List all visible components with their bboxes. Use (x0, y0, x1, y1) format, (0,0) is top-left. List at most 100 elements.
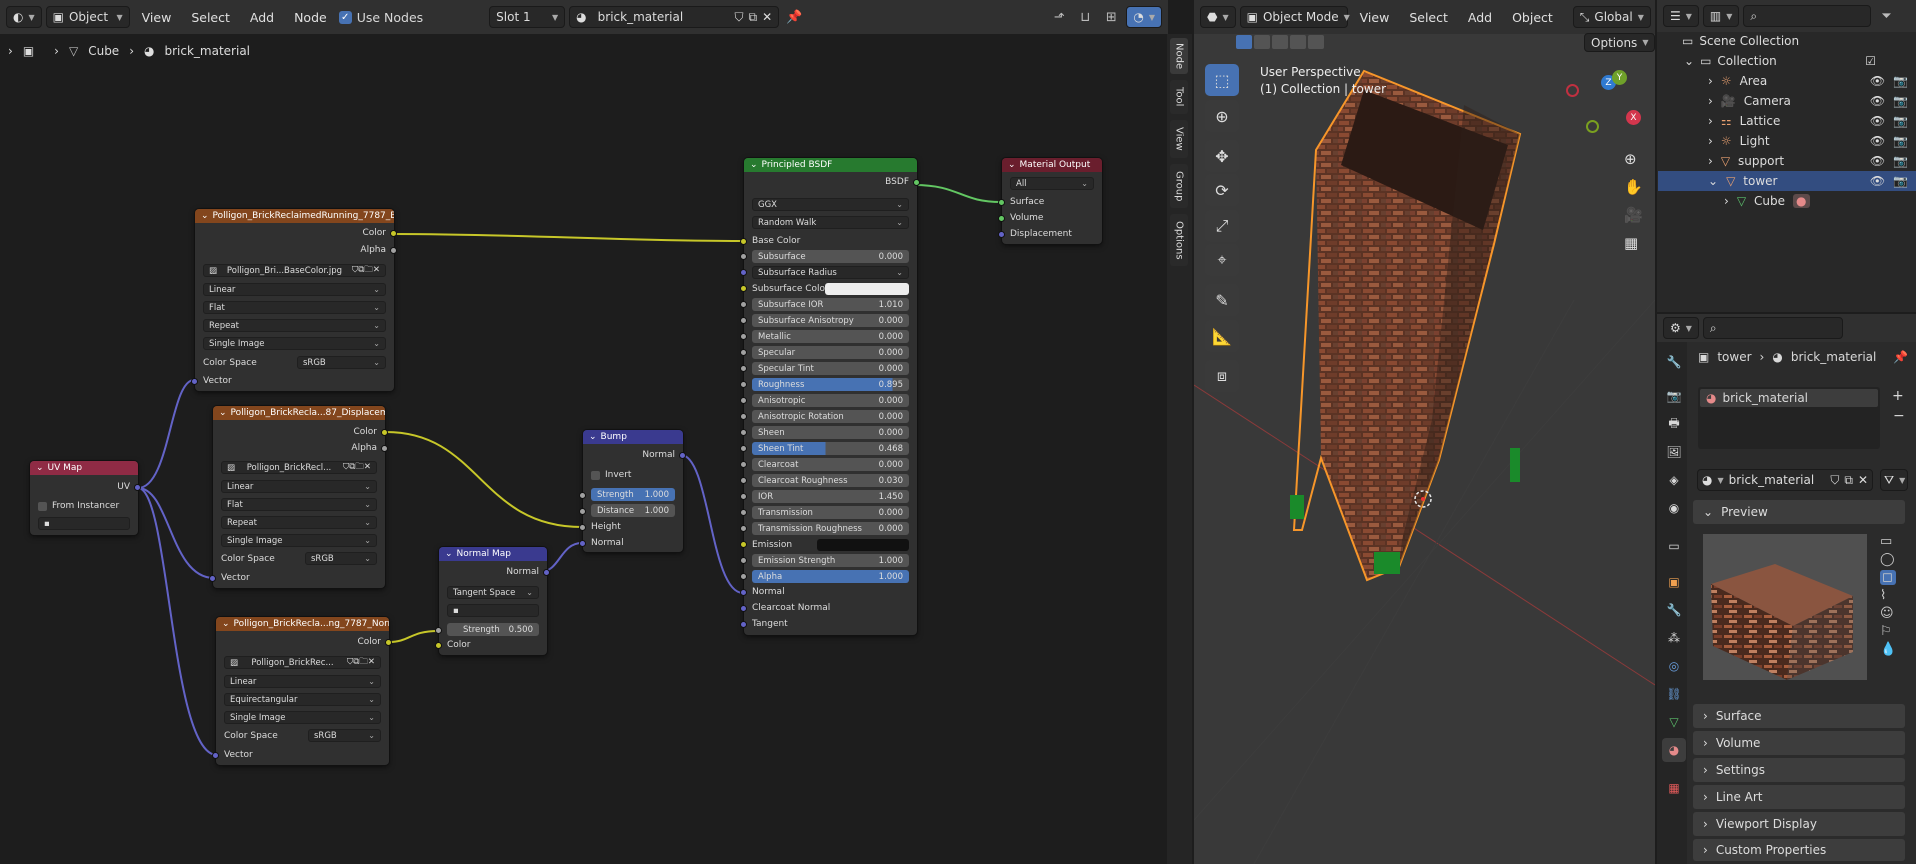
grid-icon[interactable]: ▦ (1624, 234, 1643, 252)
image-texture-normal-node[interactable]: ⌄Polligon_BrickRecla...ng_7787_Normal.jp… (212, 617, 392, 765)
source-dropdown[interactable]: Single Image ⌄ (224, 711, 381, 724)
bsdf-field[interactable]: Alpha 1.000 (752, 570, 909, 583)
disclosure-icon[interactable]: › (1708, 154, 1713, 168)
scale-icon[interactable]: ⤢ (1205, 210, 1239, 242)
visibility-eye-icon[interactable]: 👁 (1870, 154, 1885, 168)
disclosure-icon[interactable]: › (1708, 114, 1713, 128)
render-camera-icon[interactable]: 📷 (1893, 94, 1908, 108)
bsdf-vector-dropdown[interactable]: Subsurface Radius ⌄ (752, 266, 909, 279)
collapse-chevron-icon[interactable]: ⌄ (36, 463, 44, 473)
node-header[interactable]: ⌄ Material Output (1002, 158, 1102, 172)
socket-color-out[interactable] (381, 429, 388, 436)
principled-bsdf-node[interactable]: ⌄ Principled BSDF BSDF GGX ⌄ Random Walk ⌄ … (740, 158, 920, 635)
tab-group[interactable]: Group (1170, 164, 1188, 208)
socket-bsdf-out[interactable] (913, 179, 920, 186)
socket-displacement-in[interactable] (998, 231, 1005, 238)
disclosure-icon[interactable]: › (1724, 194, 1729, 208)
color-space-dropdown[interactable]: sRGB ⌄ (305, 552, 377, 565)
menu-object[interactable]: Object (1504, 10, 1561, 25)
material-output-node[interactable]: ⌄ Material Output All ⌄ Surface Volume Dis… (998, 158, 1102, 244)
render-camera-icon[interactable]: 📷 (1893, 114, 1908, 128)
space-dropdown[interactable]: Tangent Space ⌄ (447, 586, 539, 599)
filter-icon[interactable]: ⏷ (1875, 5, 1897, 27)
bsdf-input-socket[interactable] (740, 429, 747, 436)
subsurface-method-dropdown[interactable]: Random Walk ⌄ (752, 216, 909, 229)
node-header[interactable]: ⌄ Bump (583, 430, 683, 444)
socket-color-in[interactable] (435, 642, 442, 649)
physics-tab-icon[interactable]: ◎ (1662, 654, 1686, 678)
material-slot-item[interactable]: ◕ brick_material (1700, 389, 1878, 407)
move-icon[interactable]: ✥ (1205, 140, 1239, 172)
tool-tab-icon[interactable]: 🔧 (1662, 350, 1686, 374)
material-tab-icon[interactable]: ◕ (1662, 738, 1686, 762)
bump-node[interactable]: ⌄ Bump Normal Invert Strength 1.000 Distan… (579, 430, 686, 552)
collapse-chevron-icon[interactable]: ⌄ (589, 432, 597, 442)
bsdf-field[interactable]: Clearcoat Roughness 0.030 (752, 474, 909, 487)
bsdf-input-socket[interactable] (740, 413, 747, 420)
collapse-chevron-icon[interactable]: ⌄ (219, 408, 227, 418)
render-camera-icon[interactable]: 📷 (1893, 174, 1908, 188)
tab-view[interactable]: View (1170, 120, 1188, 158)
image-actions-icon[interactable]: ⛉⧉🗀✕ (352, 264, 380, 278)
modifier-tab-icon[interactable]: 🔧 (1662, 598, 1686, 622)
sphere-icon[interactable]: ◯ (1880, 552, 1896, 567)
display-mode-button[interactable]: ▥ ▼ (1702, 5, 1740, 27)
bsdf-input-socket[interactable] (740, 541, 747, 548)
bsdf-field[interactable]: Subsurface Anisotropy 0.000 (752, 314, 909, 327)
material-slot-list[interactable]: ◕ brick_material (1698, 387, 1880, 449)
preview-type-buttons[interactable]: ▭ ◯ ◻ ⌇ ☺ ⚐ 💧 (1880, 534, 1897, 657)
normal-map-node[interactable]: ⌄ Normal Map Normal Tangent Space ⌄ ▪ Stre… (435, 547, 550, 655)
image-actions-icon[interactable]: ⛉⧉🗀✕ (343, 461, 371, 475)
socket-normal-in[interactable] (740, 589, 747, 596)
monkey-icon[interactable]: ☺ (1880, 606, 1896, 621)
panel-preview[interactable]: ⌄ Preview (1693, 500, 1905, 524)
image-file-selector[interactable]: ▨ Polligon_BrickRecl... ⛉⧉🗀✕ (221, 461, 377, 474)
extension-dropdown[interactable]: Repeat ⌄ (221, 516, 377, 529)
outliner-row-cube[interactable]: › ▽ Cube ● (1658, 191, 1916, 211)
bsdf-input-socket[interactable] (740, 445, 747, 452)
texture-tab-icon[interactable]: ▦ (1662, 776, 1686, 800)
render-camera-icon[interactable]: 📷 (1893, 154, 1908, 168)
duplicate-icon[interactable]: ⧉ (1844, 473, 1853, 488)
socket-normal-out[interactable] (543, 569, 550, 576)
panel-viewport-display[interactable]: › Viewport Display (1693, 812, 1905, 836)
panel-volume[interactable]: › Volume (1693, 731, 1905, 755)
panel-settings[interactable]: › Settings (1693, 758, 1905, 782)
disclosure-icon[interactable]: ⌄ (1708, 174, 1718, 188)
editor-type-button[interactable]: ☰ ▼ (1663, 5, 1699, 27)
material-datablock[interactable]: ◕ ▼ brick_material ⛉ ⧉ ✕ (1697, 469, 1873, 491)
gizmo-y-axis[interactable]: Y (1612, 70, 1627, 85)
uv-map-node[interactable]: ⌄ UV Map UV From Instancer ▪ (30, 461, 141, 535)
target-dropdown[interactable]: All ⌄ (1010, 177, 1094, 190)
outliner-row-support[interactable]: › ▽ support 👁 📷 (1658, 151, 1916, 171)
outliner-row-area[interactable]: › ☼ Area 👁 📷 (1658, 71, 1916, 91)
bsdf-field[interactable]: Transmission 0.000 (752, 506, 909, 519)
gizmo-neg-y[interactable] (1586, 120, 1599, 133)
socket-base-color-in[interactable] (740, 238, 747, 245)
render-camera-icon[interactable]: 📷 (1893, 74, 1908, 88)
bsdf-field[interactable]: Transmission Roughness 0.000 (752, 522, 909, 535)
transform-icon[interactable]: ⌖ (1205, 244, 1239, 276)
rotate-icon[interactable]: ⟳ (1205, 174, 1239, 206)
menu-select[interactable]: Select (1401, 10, 1456, 25)
outliner-collection[interactable]: ⌄ ▭ Collection ☑ (1658, 51, 1916, 71)
collapse-chevron-icon[interactable]: ⌄ (201, 211, 209, 221)
world-tab-icon[interactable]: ◉ (1662, 496, 1686, 520)
bsdf-field[interactable]: Subsurface 0.000 (752, 250, 909, 263)
color-space-dropdown[interactable]: sRGB ⌄ (297, 356, 386, 369)
distribution-dropdown[interactable]: GGX ⌄ (752, 198, 909, 211)
slot-add-button[interactable]: + (1892, 388, 1904, 404)
annotate-icon[interactable]: ✎ (1205, 284, 1239, 316)
socket-volume-in[interactable] (998, 215, 1005, 222)
cursor-icon[interactable]: ⊕ (1205, 100, 1239, 132)
source-dropdown[interactable]: Single Image ⌄ (221, 534, 377, 547)
gizmo-neg-x[interactable] (1566, 84, 1579, 97)
select-mode-buttons[interactable] (1236, 35, 1324, 49)
bsdf-input-socket[interactable] (740, 477, 747, 484)
material-name-field[interactable]: brick_material (1729, 473, 1826, 487)
bsdf-input-socket[interactable] (740, 301, 747, 308)
orientation-dropdown[interactable]: ⤡ Global ▼ (1572, 6, 1651, 28)
collapse-chevron-icon[interactable]: ⌄ (222, 619, 230, 629)
camera-icon[interactable]: 🎥 (1624, 206, 1643, 224)
bsdf-input-socket[interactable] (740, 365, 747, 372)
